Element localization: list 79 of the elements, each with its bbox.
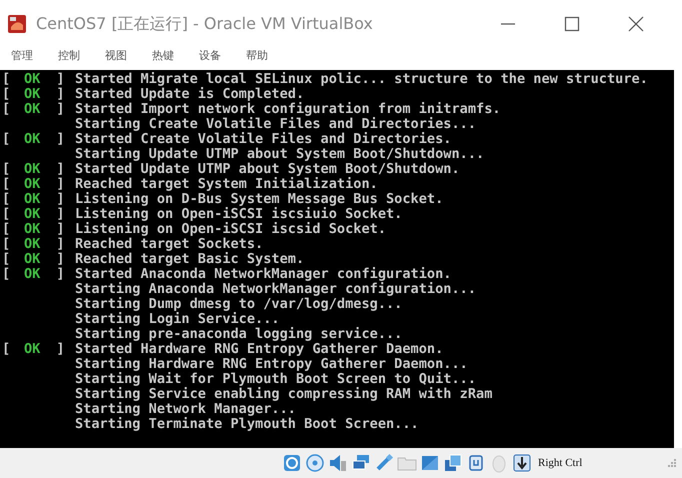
log-message: Listening on D-Bus System Message Bus Socket. xyxy=(75,192,444,207)
download-icon[interactable] xyxy=(512,453,532,473)
ok-status: OK xyxy=(24,252,40,267)
menu-item[interactable]: 帮助 xyxy=(246,48,268,62)
bracket: [ xyxy=(1,222,12,237)
log-message: Starting Wait for Plymouth Boot Screen to Quit... xyxy=(75,372,476,387)
log-message: Starting Dump dmesg to /var/log/dmesg... xyxy=(75,297,402,312)
log-message: Reached target Basic System. xyxy=(75,252,304,267)
bracket: [ xyxy=(1,102,12,117)
log-message: Starting Hardware RNG Entropy Gatherer Daemon... xyxy=(75,357,468,372)
bracket: [ xyxy=(1,162,12,177)
ok-status: OK xyxy=(24,72,40,87)
bracket: ] xyxy=(55,252,65,267)
window-title: CentOS7 [正在运行] - Oracle VM VirtualBox xyxy=(36,14,373,34)
bracket: ] xyxy=(55,87,65,102)
ok-status: OK xyxy=(24,102,40,117)
app-icon xyxy=(8,15,26,33)
log-message: Starting Network Manager... xyxy=(75,402,296,417)
bracket: ] xyxy=(55,72,65,87)
log-message: Started Update is Completed. xyxy=(75,87,304,102)
bracket: ] xyxy=(55,237,65,252)
ok-status: OK xyxy=(24,237,40,252)
bracket: ] xyxy=(55,207,65,222)
log-message: Reached target Sockets. xyxy=(75,237,264,252)
menu-item[interactable]: 设备 xyxy=(199,48,221,62)
host-key-label: Right Ctrl xyxy=(538,457,582,469)
bracket: [ xyxy=(1,237,12,252)
bracket: [ xyxy=(1,132,12,147)
display-icon[interactable] xyxy=(420,453,440,473)
log-message: Started Hardware RNG Entropy Gatherer Daemon. xyxy=(75,342,444,357)
bracket: [ xyxy=(1,87,12,102)
ok-status: OK xyxy=(24,267,40,282)
bracket: ] xyxy=(55,267,65,282)
log-message: Started Create Volatile Files and Directories. xyxy=(75,132,452,147)
bracket: ] xyxy=(55,177,65,192)
ok-status: OK xyxy=(24,222,40,237)
menu-item[interactable]: 视图 xyxy=(105,48,127,62)
log-message: Started Migrate local SELinux polic... structure to the new structure. xyxy=(75,72,648,87)
bracket: ] xyxy=(55,342,65,357)
bracket: [ xyxy=(1,252,12,267)
ok-status: OK xyxy=(24,342,40,357)
bracket: ] xyxy=(55,102,65,117)
bracket: ] xyxy=(55,222,65,237)
menu-item[interactable]: 热键 xyxy=(152,48,174,62)
ok-status: OK xyxy=(24,177,40,192)
log-message: Starting Create Volatile Files and Directories... xyxy=(75,117,476,132)
log-message: Started Update UTMP about System Boot/Shutdown. xyxy=(75,162,460,177)
log-message: Listening on Open-iSCSI iscsiuio Socket. xyxy=(75,207,402,222)
log-message: Started Import network configuration from initramfs. xyxy=(75,102,501,117)
log-message: Starting Update UTMP about System Boot/Shutdown... xyxy=(75,147,484,162)
bracket: ] xyxy=(55,162,65,177)
ok-status: OK xyxy=(24,87,40,102)
log-message: Starting Terminate Plymouth Boot Screen... xyxy=(75,417,419,432)
bracket: [ xyxy=(1,177,12,192)
log-message: Listening on Open-iSCSI iscsid Socket. xyxy=(75,222,386,237)
optical-disc-icon[interactable] xyxy=(305,453,325,473)
ok-status: OK xyxy=(24,207,40,222)
menu-item[interactable]: 管理 xyxy=(11,48,33,62)
bracket: [ xyxy=(1,267,12,282)
bracket: [ xyxy=(1,342,12,357)
log-message: Starting Anaconda NetworkManager configuration... xyxy=(75,282,476,297)
bracket: [ xyxy=(1,192,12,207)
resize-grip-icon xyxy=(668,459,676,467)
close-icon[interactable] xyxy=(628,16,644,32)
maximize-icon[interactable] xyxy=(564,16,580,32)
log-message: Reached target System Initialization. xyxy=(75,177,378,192)
bracket: ] xyxy=(55,192,65,207)
speaker-icon[interactable] xyxy=(328,453,348,473)
ok-status: OK xyxy=(24,192,40,207)
log-message: Starting Login Service... xyxy=(75,312,280,327)
bracket: ] xyxy=(55,132,65,147)
bracket: [ xyxy=(1,207,12,222)
log-message: Started Anaconda NetworkManager configuration. xyxy=(75,267,452,282)
log-message: Starting Service enabling compressing RAM with zRam xyxy=(75,387,492,402)
bracket: [ xyxy=(1,72,12,87)
ok-status: OK xyxy=(24,162,40,177)
log-message: Starting pre-anaconda logging service... xyxy=(75,327,402,342)
menu-item[interactable]: 控制 xyxy=(58,48,80,62)
ok-status: OK xyxy=(24,132,40,147)
